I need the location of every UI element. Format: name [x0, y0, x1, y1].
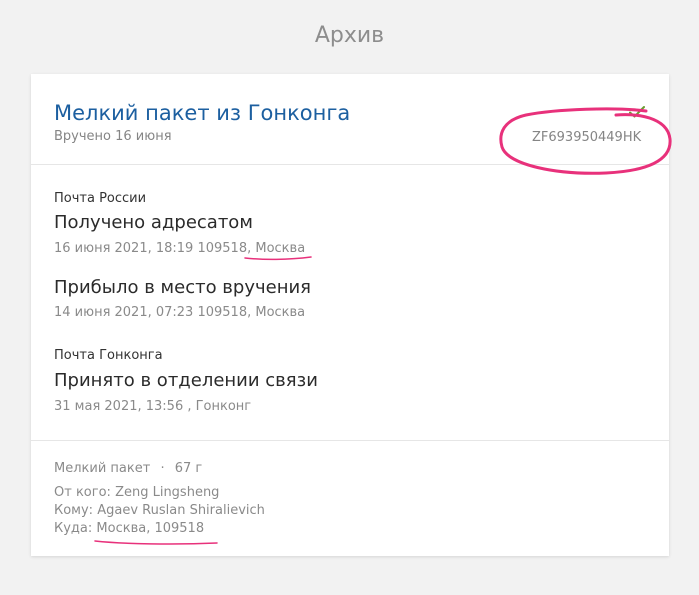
tracking-number[interactable]: ZF693950449HK: [532, 129, 641, 147]
destination-line: Куда: Москва, 109518: [54, 520, 204, 538]
annotation-underline: [94, 540, 218, 545]
event-meta: 16 июня 2021, 18:19 109518, Москва: [54, 240, 305, 258]
delivered-date: Вручено 16 июня: [54, 129, 172, 144]
recipient-value: Agaev Ruslan Shiralievich: [97, 503, 265, 518]
event-status: Принято в отделении связи: [54, 370, 318, 391]
sender-value: Zeng Lingsheng: [115, 485, 220, 500]
parcel-title[interactable]: Мелкий пакет из Гонконга: [54, 99, 350, 127]
event-meta: 31 мая 2021, 13:56 , Гонконг: [54, 399, 252, 414]
event-status: Получено адресатом: [54, 212, 253, 233]
section-divider: [31, 440, 669, 441]
destination-value: Москва, 109518: [96, 521, 205, 536]
page-title: Архив: [314, 23, 385, 48]
parcel-weight: 67 г: [174, 461, 203, 476]
event-carrier: Почта Гонконга: [54, 348, 163, 363]
recipient-line: Кому: Agaev Ruslan Shiralievich: [54, 502, 265, 520]
event-meta-city: Москва: [255, 241, 306, 256]
sender-label: От кого:: [54, 485, 111, 500]
parcel-type: Мелкий пакет: [54, 461, 151, 476]
separator-dot: ·: [160, 461, 165, 476]
parcel-type-line: Мелкий пакет · 67 г: [54, 460, 202, 478]
event-status: Прибыло в место вручения: [54, 277, 312, 298]
destination-label: Куда:: [54, 521, 93, 536]
sender-line: От кого: Zeng Lingsheng: [54, 484, 219, 502]
event-meta-text: 16 июня 2021, 18:19 109518,: [54, 241, 256, 256]
check-icon: [629, 106, 645, 118]
parcel-card[interactable]: Мелкий пакет из Гонконга Вручено 16 июня…: [31, 74, 672, 556]
parcel-header[interactable]: Мелкий пакет из Гонконга Вручено 16 июня…: [31, 74, 672, 175]
recipient-label: Кому:: [54, 503, 94, 518]
event-meta: 14 июня 2021, 07:23 109518, Москва: [54, 305, 306, 320]
event-carrier: Почта России: [54, 191, 147, 206]
